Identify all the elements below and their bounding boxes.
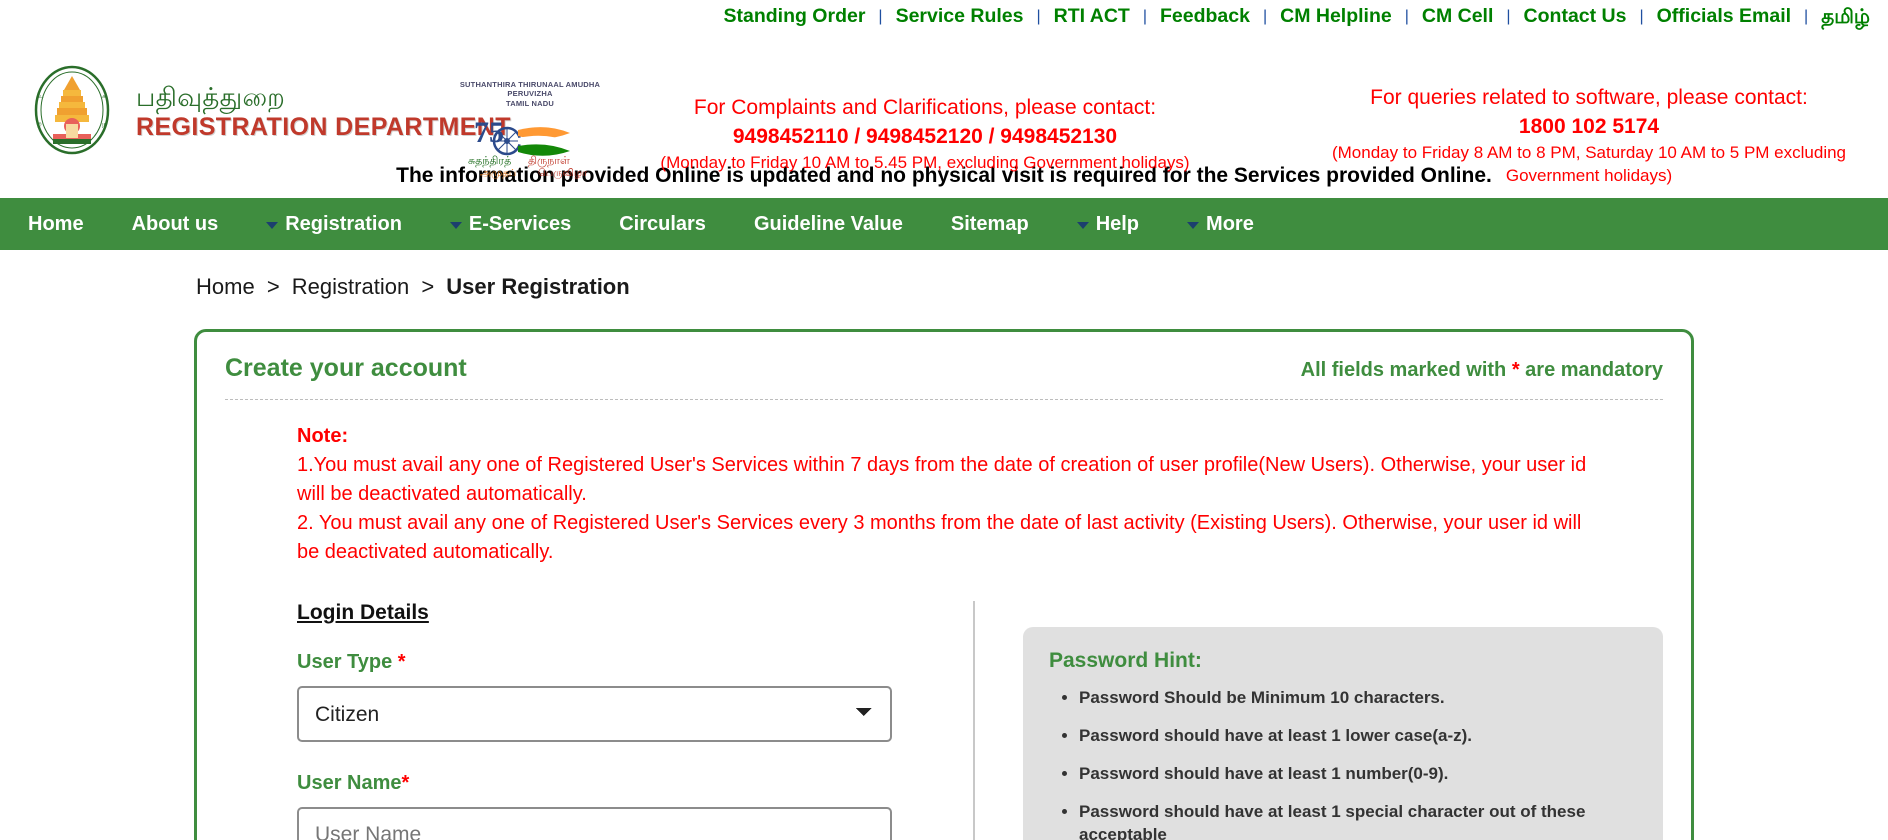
top-link-cm-helpline[interactable]: CM Helpline [1267,7,1405,27]
top-utility-links: Standing Order | Service Rules | RTI ACT… [0,0,1888,34]
nav-label-home: Home [28,213,84,235]
card-header: Create your account All fields marked wi… [225,354,1663,400]
mandatory-note-suffix: are mandatory [1519,359,1663,381]
chevron-down-icon [1076,221,1089,229]
svg-text:பெருவிழா: பெருவிழா [538,168,588,179]
nav-item-help[interactable]: Help [1053,198,1163,250]
user-type-label-text: User Type [297,651,398,673]
breadcrumb-home[interactable]: Home [196,274,255,299]
complaints-phone-numbers: 9498452110 / 9498452120 / 9498452130 [732,124,1118,148]
chevron-down-icon [1187,221,1200,229]
mandatory-note-prefix: All fields marked with [1300,359,1512,381]
top-link-rti-act[interactable]: RTI ACT [1041,7,1143,27]
top-link-cm-cell[interactable]: CM Cell [1409,7,1507,27]
breadcrumb-registration[interactable]: Registration [292,274,409,299]
nav-item-about-us[interactable]: About us [108,198,243,250]
password-hint-list: Password Should be Minimum 10 characters… [1049,687,1637,840]
nav-item-home[interactable]: Home [4,198,108,250]
indian-flag-icon: 75 சுதந்திரத் திருநாள் அமுதப் பெருவிழா [468,116,588,179]
nav-label-guideline-value: Guideline Value [753,213,903,235]
nav-item-circulars[interactable]: Circulars [595,198,730,250]
list-item: Password should have at least 1 lower ca… [1079,725,1637,748]
svg-text:திருநாள்: திருநாள் [528,154,570,167]
complaints-timings: (Monday to Friday 10 AM to 5.45 PM, excl… [660,153,1190,173]
mandatory-fields-note: All fields marked with * are mandatory [1301,359,1663,382]
top-link-service-rules[interactable]: Service Rules [883,7,1037,27]
svg-text:க: க [102,92,107,100]
svg-text:உ: உ [37,92,44,100]
top-link-officials-email[interactable]: Officials Email [1644,7,1804,27]
brand-block[interactable]: உ க ற ந பதிவுத்துறை REGISTRATION DEPARTM… [24,64,511,160]
nav-label-registration: Registration [285,213,402,235]
chevron-down-icon [266,221,279,229]
registration-note-block: Note: 1.You must avail any one of Regist… [225,400,1595,567]
nav-label-circulars: Circulars [619,213,706,235]
software-queries-contact-block: For queries related to software, please … [1304,84,1874,187]
nav-label-sitemap: Sitemap [950,213,1029,235]
svg-text:சுதந்திரத்: சுதந்திரத் [468,154,511,167]
note-title: Note: [297,425,349,447]
list-item: Password should have at least 1 special … [1079,801,1637,840]
breadcrumb-separator: > [421,274,435,299]
nav-label-e-services: E-Services [468,213,572,235]
nav-item-sitemap[interactable]: Sitemap [927,198,1053,250]
masthead: உ க ற ந பதிவுத்துறை REGISTRATION DEPARTM… [0,34,1888,185]
field-spacer [297,742,933,772]
svg-text:ந: ந [102,120,107,128]
required-asterisk: * [401,772,410,794]
azadi-caption-line1: SUTHANTHIRA THIRUNAAL AMUDHA PERUVIZHA [459,80,601,99]
user-name-input[interactable] [297,807,892,840]
software-contact-heading: For queries related to software, please … [1370,86,1808,109]
software-toll-free-number: 1800 102 5174 [1518,114,1660,138]
top-link-tamil-language[interactable]: தமிழ் [1808,7,1878,27]
complaints-contact-heading: For Complaints and Clarifications, pleas… [693,96,1157,119]
password-hint-title: Password Hint: [1049,649,1202,672]
note-item-1: 1.You must avail any one of Registered U… [297,454,1587,505]
user-name-label: User Name* [297,772,933,795]
breadcrumb-current-user-registration: User Registration [446,274,630,299]
required-asterisk: * [397,651,406,673]
list-item: Password should have at least 1 number(0… [1079,763,1637,786]
nav-item-guideline-value[interactable]: Guideline Value [730,198,927,250]
note-item-2: 2. You must avail any one of Registered … [297,512,1582,563]
breadcrumb: Home > Registration > User Registration [0,250,1888,300]
top-link-standing-order[interactable]: Standing Order [710,7,878,27]
password-hint-column: Password Hint: Password Should be Minimu… [975,601,1663,840]
list-item: Password Should be Minimum 10 characters… [1079,687,1637,710]
tamil-nadu-emblem-icon: உ க ற ந [24,64,120,160]
password-hint-panel: Password Hint: Password Should be Minimu… [1023,627,1663,840]
chevron-down-icon [449,221,462,229]
mandatory-asterisk: * [1511,359,1520,381]
breadcrumb-separator: > [266,274,280,299]
login-details-column: Login Details User Type * Citizen User N… [297,601,975,840]
complaints-contact-block: For Complaints and Clarifications, pleas… [620,94,1230,175]
user-type-select[interactable]: Citizen [297,686,892,742]
azadi-ka-amrit-mahotsav-logo: SUTHANTHIRA THIRUNAAL AMUDHA PERUVIZHA T… [440,80,620,185]
svg-text:அமுதப்: அமுதப் [480,168,516,179]
page-title: Create your account [225,354,467,382]
nav-item-e-services[interactable]: E-Services [426,198,595,250]
section-title-login-details: Login Details [297,601,429,624]
nav-label-help: Help [1095,213,1140,235]
top-link-contact-us[interactable]: Contact Us [1511,7,1640,27]
nav-label-about-us: About us [131,213,219,235]
user-name-label-text: User Name [297,772,402,794]
nav-item-registration[interactable]: Registration [242,198,426,250]
create-account-card: Create your account All fields marked wi… [194,329,1694,840]
main-navigation-bar: Home About us Registration E-Services Ci… [0,198,1888,250]
nav-item-more[interactable]: More [1163,198,1278,250]
nav-label-more: More [1206,213,1254,235]
azadi-caption-line2: TAMIL NADU [506,98,554,108]
user-type-label: User Type * [297,651,933,674]
svg-text:ற: ற [37,120,42,128]
svg-text:75: 75 [474,116,504,149]
software-contact-timings: (Monday to Friday 8 AM to 8 PM, Saturday… [1331,143,1847,185]
top-link-feedback[interactable]: Feedback [1147,7,1263,27]
registration-form: Login Details User Type * Citizen User N… [225,567,1663,840]
